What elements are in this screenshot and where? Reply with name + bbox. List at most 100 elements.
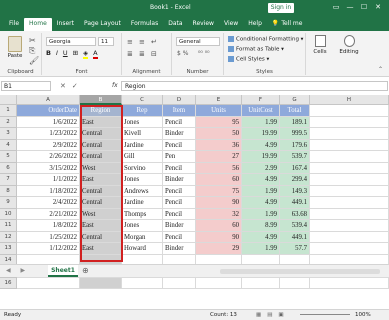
cell[interactable]: 1/12/2022 bbox=[17, 243, 80, 255]
cell[interactable]: 1/6/2022 bbox=[17, 116, 80, 128]
tab-page-layout[interactable]: Page Layout bbox=[79, 18, 126, 31]
cell[interactable]: 179.6 bbox=[280, 139, 310, 151]
formula-input[interactable]: Region bbox=[121, 81, 388, 91]
tab-data[interactable]: Data bbox=[163, 18, 187, 31]
cell[interactable]: 1/1/2022 bbox=[17, 174, 80, 186]
tab-insert[interactable]: Insert bbox=[52, 18, 79, 31]
cell[interactable]: 1.99 bbox=[242, 116, 280, 128]
cell[interactable]: Andrews bbox=[122, 185, 163, 197]
maximize-icon[interactable]: ☐ bbox=[357, 3, 371, 11]
tab-home[interactable]: Home bbox=[24, 18, 52, 31]
row-header[interactable]: 6 bbox=[0, 162, 17, 174]
header-cell[interactable]: UnitCost bbox=[242, 105, 280, 117]
cell[interactable]: 50 bbox=[196, 128, 242, 140]
cell[interactable]: 149.3 bbox=[280, 185, 310, 197]
cell[interactable]: 449.1 bbox=[280, 197, 310, 209]
cell[interactable]: Binder bbox=[163, 243, 196, 255]
sheet-tab-sheet1[interactable]: Sheet1 bbox=[48, 265, 78, 277]
cell[interactable]: Gill bbox=[122, 151, 163, 163]
cell[interactable]: Jones bbox=[122, 116, 163, 128]
cell[interactable] bbox=[310, 116, 389, 128]
cell[interactable] bbox=[122, 277, 163, 289]
cell[interactable]: 3/15/2022 bbox=[17, 162, 80, 174]
italic-icon[interactable]: I bbox=[56, 49, 58, 59]
cell[interactable]: 8.99 bbox=[242, 220, 280, 232]
cell[interactable]: 1/8/2022 bbox=[17, 220, 80, 232]
row-header[interactable]: 2 bbox=[0, 116, 17, 128]
format-painter-icon[interactable]: 🖌 bbox=[29, 56, 39, 65]
cells-button[interactable]: Cells bbox=[310, 35, 330, 55]
row-header[interactable]: 4 bbox=[0, 139, 17, 151]
cell[interactable]: 2/4/2022 bbox=[17, 197, 80, 209]
cell[interactable]: 449.1 bbox=[280, 231, 310, 243]
cell[interactable]: Pencil bbox=[163, 197, 196, 209]
cell[interactable]: Pencil bbox=[163, 185, 196, 197]
cell[interactable] bbox=[310, 162, 389, 174]
worksheet-grid[interactable]: A B C D E F G H 1 OrderDate Region Rep Item Units Unit… bbox=[0, 95, 389, 289]
editing-button[interactable]: Editing bbox=[336, 35, 362, 55]
header-cell[interactable]: Item bbox=[163, 105, 196, 117]
cell[interactable]: 19.99 bbox=[242, 151, 280, 163]
wrap-text-icon[interactable]: ↵ bbox=[151, 38, 157, 46]
cell[interactable] bbox=[310, 105, 389, 117]
row-header[interactable]: 13 bbox=[0, 243, 17, 255]
number-format-select[interactable]: General bbox=[176, 37, 220, 46]
copy-icon[interactable]: ⎘ bbox=[29, 46, 35, 56]
cell[interactable]: 2/26/2022 bbox=[17, 151, 80, 163]
cell[interactable]: 32 bbox=[196, 208, 242, 220]
header-cell[interactable]: Total bbox=[280, 105, 310, 117]
cell[interactable]: 56 bbox=[196, 162, 242, 174]
conditional-formatting-button[interactable]: Conditional Formatting ▾ bbox=[228, 36, 303, 43]
cell[interactable] bbox=[310, 208, 389, 220]
cell[interactable]: 36 bbox=[196, 139, 242, 151]
tab-review[interactable]: Review bbox=[188, 18, 219, 31]
cell[interactable]: 95 bbox=[196, 116, 242, 128]
tab-formulas[interactable]: Formulas bbox=[126, 18, 163, 31]
cell[interactable]: 4.99 bbox=[242, 174, 280, 186]
cell[interactable]: Pencil bbox=[163, 208, 196, 220]
paste-button[interactable]: Paste bbox=[4, 36, 26, 66]
collapse-ribbon-icon[interactable]: ⌃ bbox=[378, 66, 383, 73]
cell[interactable]: 1.99 bbox=[242, 185, 280, 197]
cell[interactable]: 27 bbox=[196, 151, 242, 163]
row-header[interactable]: 12 bbox=[0, 231, 17, 243]
minimize-icon[interactable]: — bbox=[343, 3, 357, 11]
currency-icon[interactable]: $ % bbox=[177, 50, 188, 57]
align-center-icon[interactable]: ≣ bbox=[139, 50, 145, 58]
cell[interactable]: 4.99 bbox=[242, 139, 280, 151]
cell[interactable]: 1/23/2022 bbox=[17, 128, 80, 140]
cell[interactable]: Howard bbox=[122, 243, 163, 255]
align-top-icon[interactable]: ≡ bbox=[127, 38, 133, 46]
cell[interactable]: 1.99 bbox=[242, 243, 280, 255]
cell[interactable]: Pencil bbox=[163, 162, 196, 174]
cell[interactable] bbox=[310, 139, 389, 151]
cell[interactable]: 1.99 bbox=[242, 208, 280, 220]
cell[interactable] bbox=[310, 220, 389, 232]
cell[interactable]: Jones bbox=[122, 174, 163, 186]
align-middle-icon[interactable]: ≡ bbox=[139, 38, 145, 46]
name-box[interactable]: B1 bbox=[1, 81, 51, 91]
font-size-select[interactable]: 11 bbox=[98, 37, 114, 46]
cell[interactable]: 4.99 bbox=[242, 231, 280, 243]
cell[interactable]: Binder bbox=[163, 220, 196, 232]
cell[interactable]: 1/18/2022 bbox=[17, 185, 80, 197]
cell[interactable] bbox=[310, 231, 389, 243]
cell[interactable]: 60 bbox=[196, 220, 242, 232]
cell[interactable] bbox=[310, 185, 389, 197]
cell[interactable]: Binder bbox=[163, 174, 196, 186]
cell[interactable]: Pencil bbox=[163, 139, 196, 151]
cell[interactable]: Jardine bbox=[122, 197, 163, 209]
decimal-icon[interactable]: ⁰⁰ ⁰⁰ bbox=[198, 50, 210, 57]
row-header[interactable]: 11 bbox=[0, 220, 17, 232]
column-header[interactable]: H bbox=[310, 95, 389, 105]
column-header[interactable]: D bbox=[163, 95, 196, 105]
cell[interactable]: 2.99 bbox=[242, 162, 280, 174]
cell[interactable]: Sorvino bbox=[122, 162, 163, 174]
cell[interactable]: 1/25/2022 bbox=[17, 231, 80, 243]
cell[interactable]: 539.7 bbox=[280, 151, 310, 163]
cell[interactable]: Thomps bbox=[122, 208, 163, 220]
cell[interactable]: Pencil bbox=[163, 231, 196, 243]
format-as-table-button[interactable]: Format as Table ▾ bbox=[228, 46, 284, 53]
cell[interactable] bbox=[242, 277, 280, 289]
align-left-icon[interactable]: ≣ bbox=[127, 50, 133, 58]
